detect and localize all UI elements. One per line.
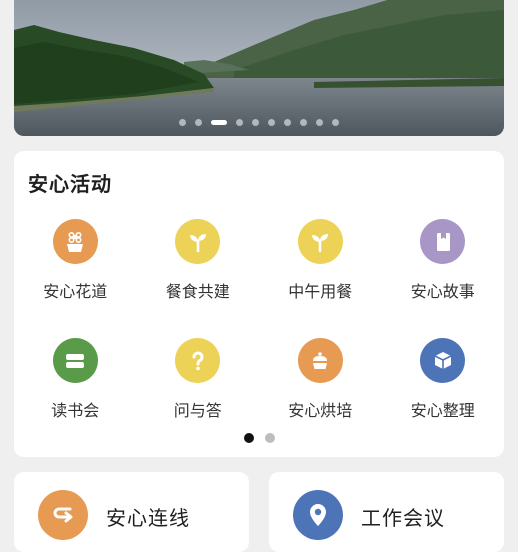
- lake-landscape-image: [14, 0, 504, 136]
- activity-item[interactable]: 安心花道: [14, 219, 137, 302]
- activity-label: 读书会: [51, 401, 100, 420]
- sprout-icon: [175, 219, 221, 264]
- activity-item[interactable]: 安心烘培: [259, 338, 382, 421]
- carousel-dot[interactable]: [332, 119, 339, 126]
- shortcut-label: 工作会议: [361, 506, 445, 530]
- shortcut-card-1[interactable]: 工作会议: [269, 472, 504, 552]
- activity-item[interactable]: 读书会: [14, 338, 137, 421]
- activity-label: 安心整理: [410, 401, 475, 420]
- shortcut-card-0[interactable]: 安心连线: [14, 472, 249, 552]
- return-arrow-icon: [38, 490, 88, 540]
- page-dot[interactable]: [243, 433, 254, 443]
- carousel-dot[interactable]: [236, 119, 243, 126]
- book-icon: [420, 219, 466, 264]
- flower-pot-icon: [52, 219, 98, 264]
- carousel-dot[interactable]: [179, 119, 186, 126]
- shortcut-label: 安心连线: [106, 506, 190, 530]
- carousel-dot[interactable]: [284, 119, 291, 126]
- activity-grid: 安心花道 餐食共建 中午用餐 安心故事读书会 问与答 安心烘培 安心整理: [14, 219, 504, 421]
- question-icon: [175, 338, 221, 383]
- activity-item[interactable]: 餐食共建: [137, 219, 260, 302]
- activity-label: 中午用餐: [288, 282, 353, 301]
- page-indicator[interactable]: [14, 433, 504, 443]
- carousel-dot[interactable]: [316, 119, 323, 126]
- location-pin-icon: [293, 490, 343, 540]
- activity-label: 问与答: [173, 401, 222, 420]
- carousel-indicator[interactable]: [14, 119, 504, 126]
- carousel-dot[interactable]: [195, 119, 202, 126]
- activity-item[interactable]: 问与答: [137, 338, 260, 421]
- box-icon: [420, 338, 466, 383]
- carousel-dot[interactable]: [211, 120, 227, 125]
- activities-card: 安心活动 安心花道 餐食共建 中午用餐 安心故事读书会 问与答 安心烘培 安心整理: [14, 151, 504, 457]
- activity-item[interactable]: 安心故事: [382, 219, 505, 302]
- banner-carousel[interactable]: [14, 0, 504, 136]
- activity-label: 安心故事: [410, 282, 475, 301]
- cake-icon: [297, 338, 343, 383]
- carousel-dot[interactable]: [252, 119, 259, 126]
- activity-label: 餐食共建: [165, 282, 230, 301]
- activity-item[interactable]: 中午用餐: [259, 219, 382, 302]
- page-dot[interactable]: [264, 433, 275, 443]
- carousel-dot[interactable]: [268, 119, 275, 126]
- stack-icon: [52, 338, 98, 383]
- section-title: 安心活动: [28, 172, 112, 196]
- carousel-dot[interactable]: [300, 119, 307, 126]
- activity-label: 安心花道: [43, 282, 108, 301]
- activity-item[interactable]: 安心整理: [382, 338, 505, 421]
- sprout-icon: [297, 219, 343, 264]
- activity-label: 安心烘培: [288, 401, 353, 420]
